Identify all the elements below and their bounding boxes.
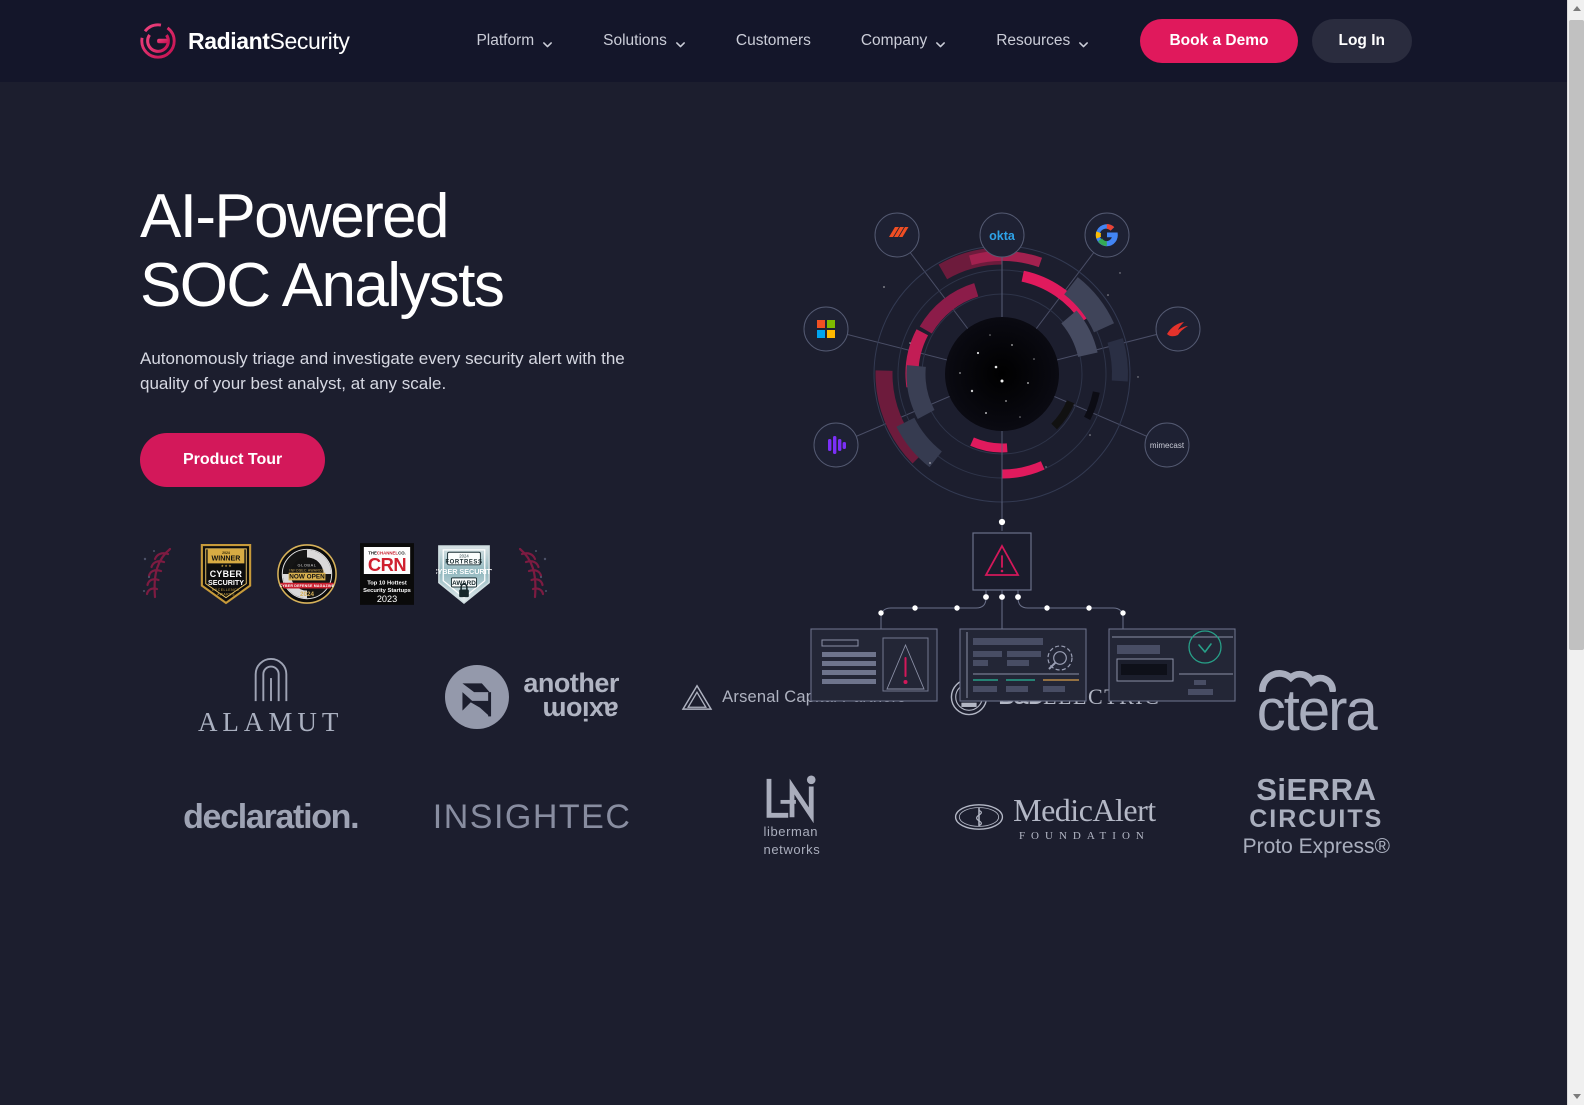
header-actions: Book a Demo Log In xyxy=(1140,19,1412,63)
svg-text:★ ★ ★: ★ ★ ★ xyxy=(221,564,232,568)
nav-item-customers[interactable]: Customers xyxy=(711,22,836,60)
alert-warning-triangle xyxy=(972,532,1032,591)
product-tour-button[interactable]: Product Tour xyxy=(140,433,326,488)
scrollbar-up-arrow[interactable] xyxy=(1568,0,1584,17)
integration-splunk xyxy=(813,422,859,468)
global-infosec-awards-badge: GLOBAL INFOSEC AWARDS NOW OPEN CYBER DEF… xyxy=(276,543,338,605)
svg-text:CYBER SECURITY: CYBER SECURITY xyxy=(436,567,492,576)
integration-google xyxy=(1084,212,1130,258)
alamut-logo: ALAMUT xyxy=(198,637,344,757)
svg-text:CYBER DEFENSE MAGAZINE: CYBER DEFENSE MAGAZINE xyxy=(280,584,335,588)
svg-text:SECURITY: SECURITY xyxy=(208,579,244,587)
laurel-wreath-icon xyxy=(140,543,176,605)
svg-text:FORTRESS: FORTRESS xyxy=(445,560,482,566)
fortress-cyber-security-award-badge: 2024 FORTRESS CYBER SECURITY AWARD xyxy=(432,543,496,605)
hero-content: AI-Powered SOC Analysts Autonomously tri… xyxy=(140,82,700,606)
logo-text: MedicAlert xyxy=(1013,792,1156,829)
svg-text:AWARDS: AWARDS xyxy=(217,593,235,597)
nav-label: Customers xyxy=(735,32,811,49)
site-header: RadiantSecurity Platform Solutions Custo… xyxy=(0,0,1567,82)
nav-item-platform[interactable]: Platform xyxy=(451,22,578,60)
nav-label: Resources xyxy=(996,32,1071,49)
headline-line-1: AI-Powered xyxy=(140,182,450,251)
logo-text: ALAMUT xyxy=(197,706,344,737)
hero-graphic: okta mimecast xyxy=(790,177,1290,777)
brand-name-bold: Radiant xyxy=(188,27,270,54)
nav-label: Company xyxy=(860,32,928,49)
medicalert-caduceus-icon xyxy=(955,804,1004,830)
logo-text-sub: FOUNDATION xyxy=(1018,830,1150,843)
logo-text: ctera xyxy=(1256,678,1378,744)
logo-text: INSIGHTEC xyxy=(432,797,632,836)
svg-text:mimecast: mimecast xyxy=(1150,441,1185,450)
logo-text-line1: SiERRA xyxy=(1256,772,1377,808)
svg-text:NOW OPEN: NOW OPEN xyxy=(289,574,325,581)
svg-text:Top 10 Hottest: Top 10 Hottest xyxy=(367,581,407,587)
integration-crowdstrike xyxy=(1155,306,1201,352)
logo-text-line2: CIRCUITS xyxy=(1249,805,1384,834)
svg-text:GLOBAL: GLOBAL xyxy=(298,563,317,568)
alert-detail-card xyxy=(810,628,938,702)
integration-palo-alto-networks xyxy=(874,212,920,258)
svg-text:Security Startups: Security Startups xyxy=(363,588,411,594)
logo-text-line2: networks xyxy=(763,842,821,858)
crn-top-10-hottest-security-startups-badge: THECHANNELCO. CRN Top 10 Hottest Securit… xyxy=(360,543,414,606)
logo-text-line1: liberman xyxy=(763,824,819,840)
svg-text:WINNER: WINNER xyxy=(212,555,241,563)
chevron-down-icon xyxy=(1078,37,1089,48)
book-a-demo-button[interactable]: Book a Demo xyxy=(1140,19,1298,63)
investigation-card xyxy=(959,628,1087,702)
another-axiom-logo: another axiom xyxy=(445,637,619,757)
brand-logo-link[interactable]: RadiantSecurity xyxy=(140,23,350,59)
scrollbar-thumb[interactable] xyxy=(1569,20,1584,650)
nav-item-resources[interactable]: Resources xyxy=(971,22,1114,60)
svg-text:2024: 2024 xyxy=(459,554,469,559)
awards-row: 2024 WINNER ★ ★ ★ CYBER SECURITY EXCELLE… xyxy=(140,543,700,606)
ctera-logo: ctera xyxy=(1244,637,1389,757)
brand-name-light: Security xyxy=(269,27,350,54)
vertical-scrollbar[interactable] xyxy=(1567,0,1584,1105)
nav-label: Platform xyxy=(476,32,535,49)
svg-text:2023: 2023 xyxy=(377,594,397,604)
svg-text:INFOSEC AWARDS: INFOSEC AWARDS xyxy=(289,568,325,572)
cyber-security-excellence-awards-badge: 2024 WINNER ★ ★ ★ CYBER SECURITY EXCELLE… xyxy=(198,543,254,605)
logo-text-line3: Proto Express® xyxy=(1242,834,1390,858)
svg-text:2024: 2024 xyxy=(300,591,314,598)
integration-microsoft xyxy=(803,306,849,352)
nav-item-company[interactable]: Company xyxy=(836,22,971,60)
chevron-down-icon xyxy=(542,37,553,48)
headline-line-2: SOC Analysts xyxy=(140,251,505,321)
resolution-card xyxy=(1108,628,1236,702)
logo-text: declaration. xyxy=(183,797,360,836)
insightec-logo: INSIGHTEC xyxy=(433,757,632,877)
radiant-circular-logo-icon xyxy=(140,23,176,59)
primary-navigation: Platform Solutions Customers Company Res… xyxy=(451,22,1114,60)
laurel-wreath-icon xyxy=(514,543,550,605)
hero-section: AI-Powered SOC Analysts Autonomously tri… xyxy=(0,82,1567,702)
customer-logos-section: ALAMUT another axiom Arsenal ELECTRIC ct… xyxy=(0,637,1567,877)
svg-text:EXCELLENCE: EXCELLENCE xyxy=(212,588,240,592)
chevron-down-icon xyxy=(675,37,686,48)
nav-label: Solutions xyxy=(603,32,667,49)
logo-text-bottom: axiom xyxy=(543,696,619,727)
logo-text-top: another xyxy=(523,668,619,699)
ln-monogram-icon xyxy=(767,775,817,824)
page-viewport: RadiantSecurity Platform Solutions Custo… xyxy=(0,0,1567,1105)
chevron-down-icon xyxy=(935,37,946,48)
svg-text:okta: okta xyxy=(989,229,1016,243)
log-in-button[interactable]: Log In xyxy=(1311,19,1412,63)
svg-text:CRN: CRN xyxy=(368,554,406,575)
svg-text:CYBER: CYBER xyxy=(210,569,243,579)
declaration-logo: declaration. xyxy=(183,757,360,877)
another-axiom-mark-icon xyxy=(445,665,510,730)
scrollbar-down-arrow[interactable] xyxy=(1568,1088,1584,1105)
nav-item-solutions[interactable]: Solutions xyxy=(578,22,711,60)
hero-subheading: Autonomously triage and investigate ever… xyxy=(140,348,625,393)
integration-mimecast: mimecast xyxy=(1144,422,1190,468)
integration-okta: okta xyxy=(979,212,1025,258)
brand-wordmark: RadiantSecurity xyxy=(188,27,350,55)
page-title: AI-Powered SOC Analysts xyxy=(140,182,700,321)
arsenal-triangle-icon xyxy=(681,684,713,711)
